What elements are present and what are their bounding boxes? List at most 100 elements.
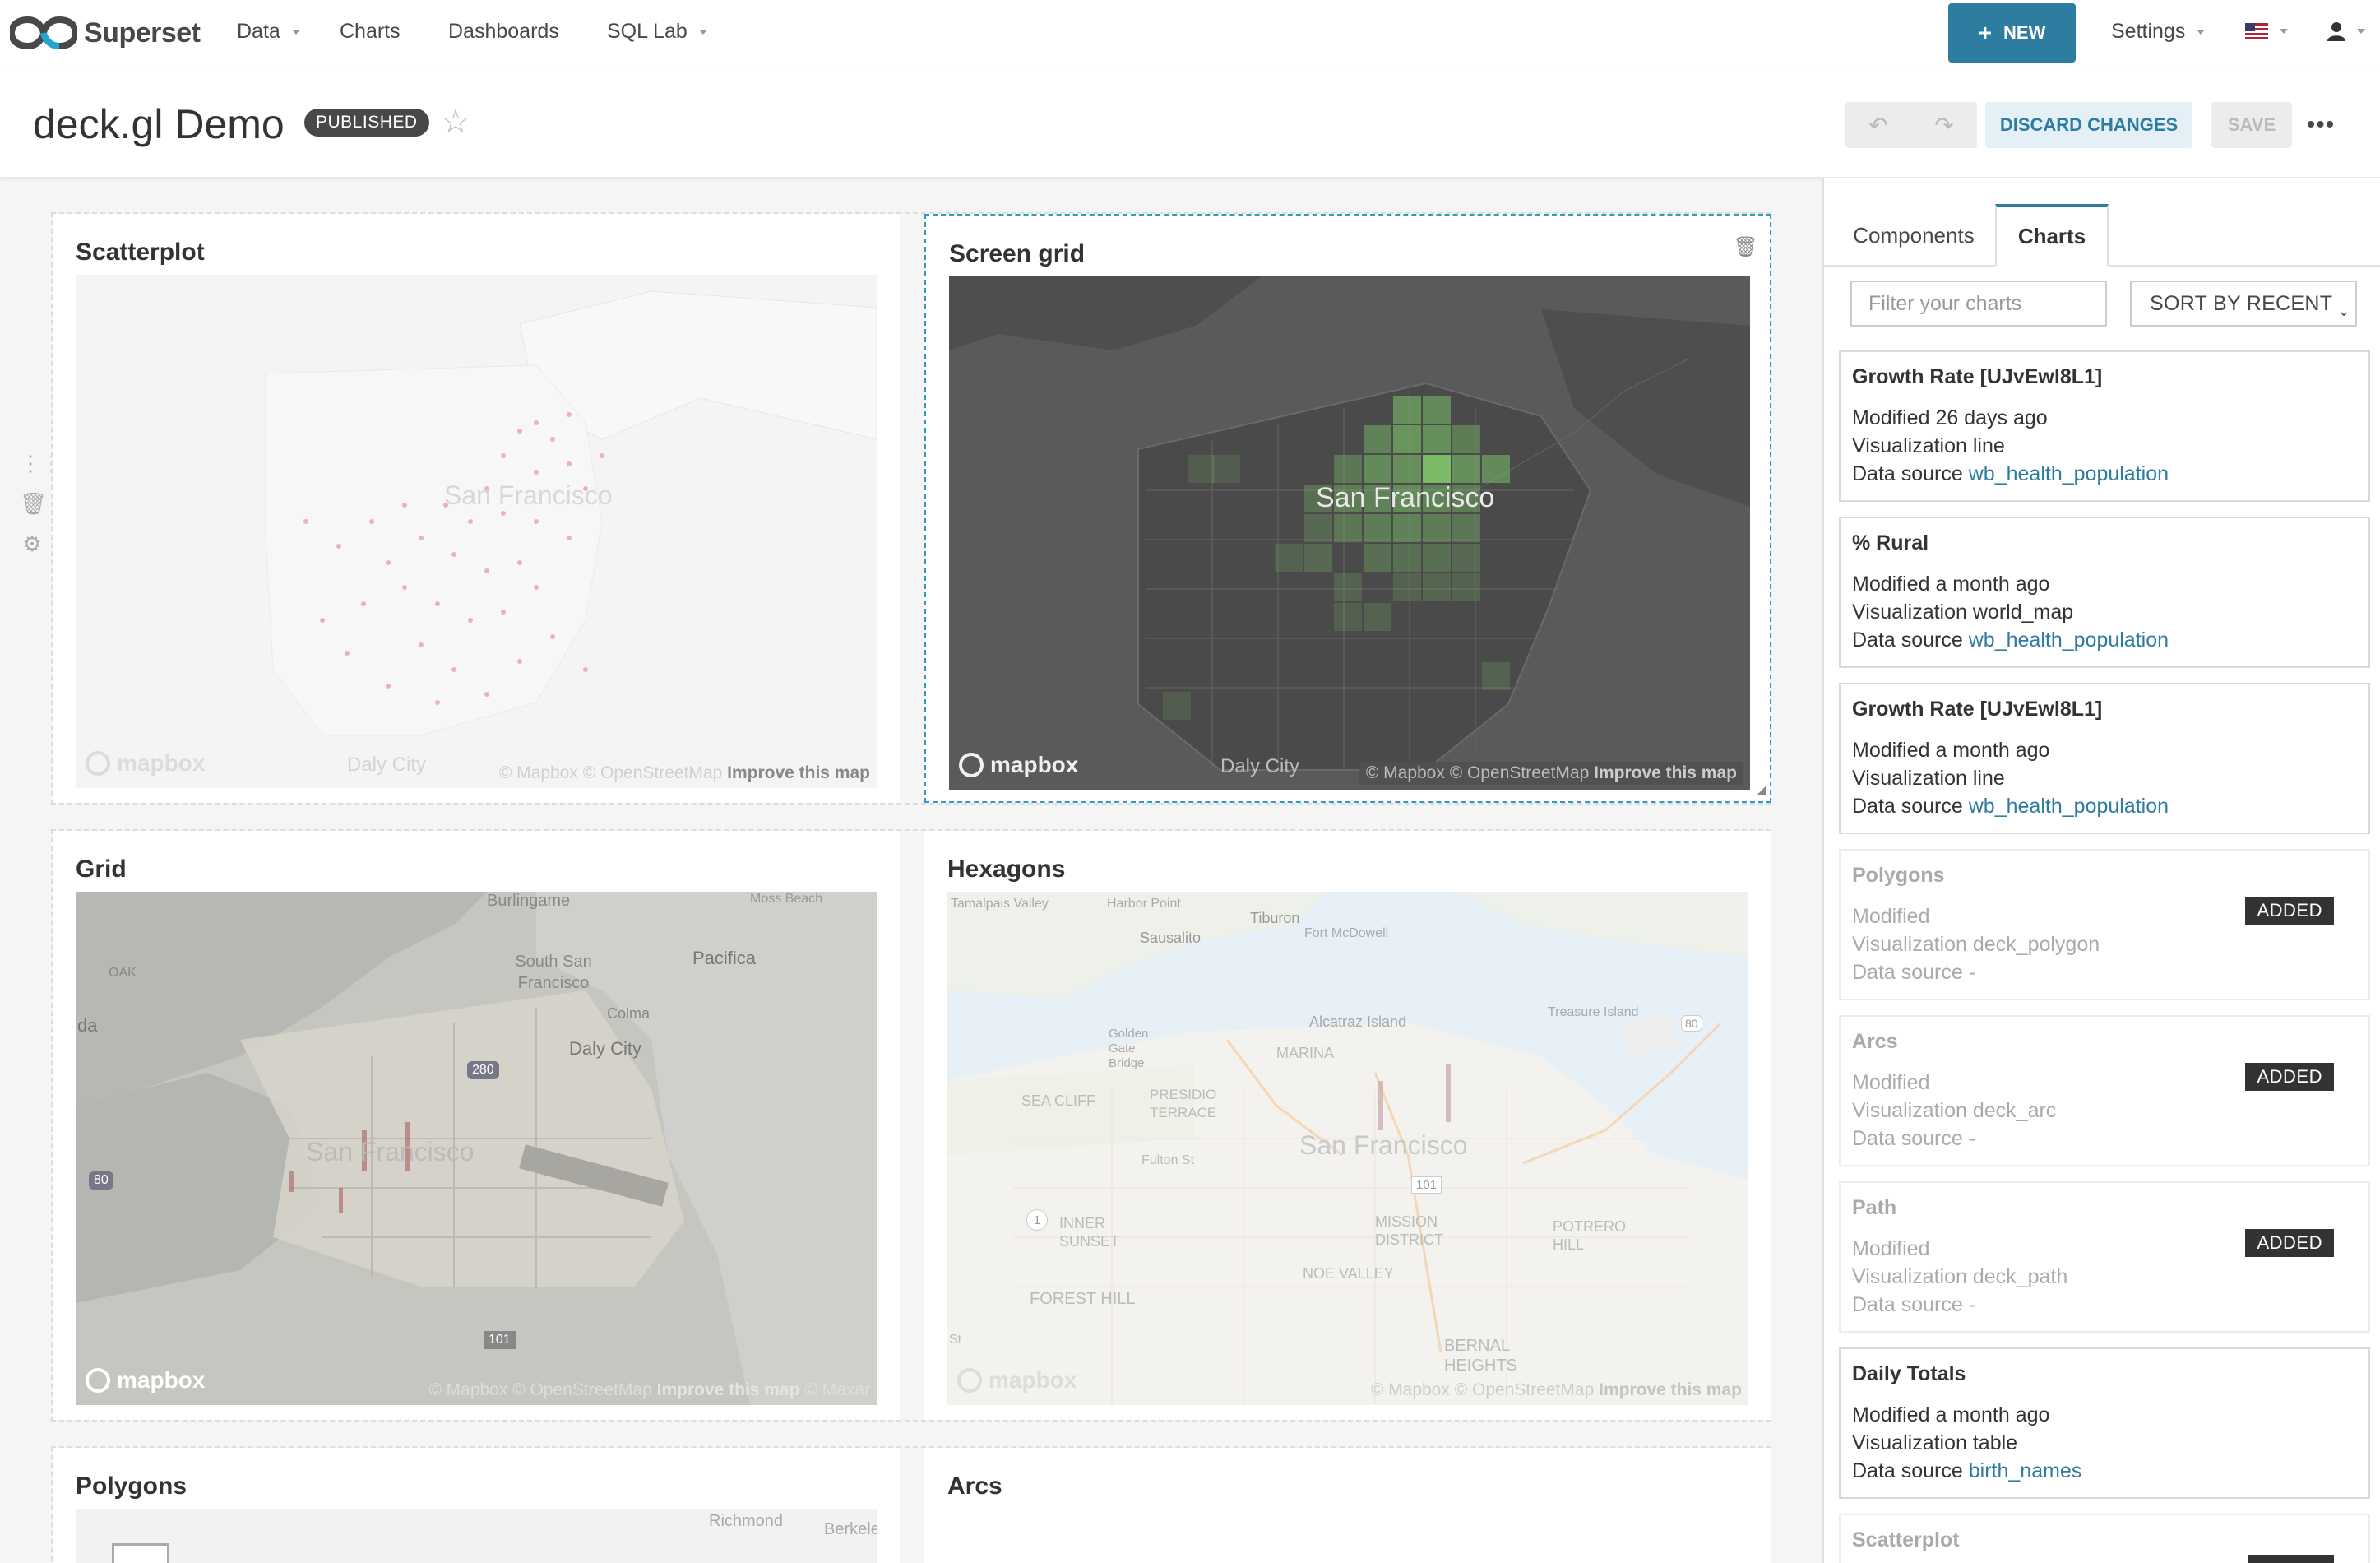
- hexagons-map[interactable]: Tamalpais Valley Harbor Point Tiburon Sa…: [947, 892, 1748, 1405]
- polygons-map[interactable]: Richmond Berkeley: [76, 1509, 877, 1563]
- published-badge[interactable]: PUBLISHED: [304, 109, 429, 137]
- resize-handle-icon[interactable]: ◢: [1757, 782, 1766, 798]
- chart-item-datasource: Data source wb_health_population: [1852, 792, 2357, 820]
- redo-icon[interactable]: ↷: [1911, 102, 1977, 148]
- list-item[interactable]: Path Modified Visualization deck_path Da…: [1839, 1181, 2370, 1333]
- datasource-link[interactable]: wb_health_population: [1969, 795, 2169, 818]
- chart-item-viz: Visualization deck_polygon: [1852, 930, 2357, 958]
- added-badge: [2248, 1555, 2334, 1563]
- mapbox-logo-icon: [86, 1368, 110, 1393]
- mapbox-logo[interactable]: mapbox: [86, 1367, 205, 1394]
- map-label: Fulton St: [1141, 1153, 1195, 1167]
- chart-scatterplot[interactable]: Scatterplot San Francisco Daly City mapb…: [53, 214, 900, 803]
- favorite-star-icon[interactable]: ☆: [441, 105, 470, 138]
- mapbox-logo-text: mapbox: [117, 750, 206, 776]
- mapbox-logo[interactable]: mapbox: [957, 1367, 1077, 1394]
- map-attribution-text[interactable]: © Mapbox © OpenStreetMap: [1366, 763, 1589, 782]
- maxar-attribution[interactable]: © Maxar: [804, 1380, 870, 1399]
- improve-map-link[interactable]: Improve this map: [1599, 1380, 1742, 1399]
- map-label: INNER SUNSET: [1059, 1215, 1120, 1250]
- discard-changes-button[interactable]: DISCARD CHANGES: [1985, 102, 2192, 148]
- gear-icon[interactable]: ⚙: [20, 531, 44, 557]
- sort-select[interactable]: SORT BY RECENT ⌄: [2130, 281, 2357, 327]
- list-item[interactable]: Growth Rate [UJvEwl8L1] Modified a month…: [1839, 683, 2370, 834]
- user-menu[interactable]: [2327, 21, 2365, 41]
- list-item[interactable]: Arcs Modified Visualization deck_arc Dat…: [1839, 1015, 2370, 1166]
- modified-label: Modified: [1852, 739, 1930, 762]
- datasource-link[interactable]: wb_health_population: [1969, 628, 2169, 652]
- viz-label: Visualization: [1852, 601, 1967, 624]
- list-item[interactable]: Growth Rate [UJvEwl8L1] Modified 26 days…: [1839, 350, 2370, 502]
- viz-label: Visualization: [1852, 434, 1967, 457]
- map-label: St: [949, 1333, 962, 1347]
- new-button[interactable]: + NEW: [1948, 3, 2076, 63]
- settings-menu[interactable]: Settings: [2111, 20, 2206, 44]
- datasource-value: -: [1968, 961, 1976, 984]
- map-attribution: © Mapbox © OpenStreetMap Improve this ma…: [1371, 1380, 1742, 1400]
- mapbox-logo[interactable]: mapbox: [959, 752, 1078, 778]
- viz-label: Visualization: [1852, 1431, 1967, 1454]
- nav-data[interactable]: Data: [237, 20, 300, 44]
- list-item[interactable]: % Rural Modified a month ago Visualizati…: [1839, 517, 2370, 668]
- modified-label: Modified: [1852, 905, 1930, 928]
- trash-icon[interactable]: 🗑: [1734, 235, 1758, 259]
- mapbox-logo-icon: [86, 751, 110, 776]
- chart-item-modified: Modified a month ago: [1852, 570, 2357, 598]
- datasource-label: Data source: [1852, 961, 1963, 984]
- viz-label: Visualization: [1852, 1099, 1967, 1122]
- tab-components[interactable]: Components: [1836, 204, 1992, 267]
- map-label: Berkeley: [824, 1520, 877, 1538]
- superset-logo[interactable]: Superset: [10, 15, 201, 51]
- filter-charts-input[interactable]: [1850, 281, 2107, 327]
- chart-grid[interactable]: Grid Burlingame South San Francisco Paci…: [53, 831, 900, 1420]
- tab-charts[interactable]: Charts: [1995, 204, 2109, 267]
- mapbox-logo[interactable]: mapbox: [86, 750, 205, 777]
- language-picker[interactable]: [2245, 23, 2288, 39]
- map-label: OAK: [109, 966, 137, 980]
- viz-value: line: [1972, 767, 2005, 790]
- nav-dashboards[interactable]: Dashboards: [448, 20, 559, 44]
- nav-sql-lab[interactable]: SQL Lab: [607, 20, 707, 44]
- improve-map-link[interactable]: Improve this map: [1594, 763, 1737, 782]
- chart-item-viz: Visualization table: [1852, 1429, 2357, 1457]
- map-attribution: © Mapbox © OpenStreetMap Improve this ma…: [1359, 762, 1743, 785]
- chart-arcs[interactable]: Arcs: [924, 1448, 1771, 1563]
- list-item[interactable]: Polygons Modified Visualization deck_pol…: [1839, 849, 2370, 1000]
- save-button[interactable]: SAVE: [2211, 102, 2292, 148]
- map-attribution: © Mapbox © OpenStreetMap Improve this ma…: [428, 1380, 870, 1400]
- datasource-value: -: [1968, 1293, 1976, 1316]
- list-item[interactable]: Scatterplot: [1839, 1514, 2370, 1563]
- screen-grid-map[interactable]: San Francisco Daly City mapbox © Mapbox …: [949, 276, 1750, 790]
- modified-value: a month ago: [1935, 573, 2050, 596]
- dashboard-title[interactable]: deck.gl Demo: [33, 100, 285, 148]
- highway-shield: 80: [1681, 1015, 1702, 1032]
- nav-charts[interactable]: Charts: [340, 20, 401, 44]
- trash-icon[interactable]: 🗑: [20, 491, 47, 517]
- undo-icon[interactable]: ↶: [1845, 102, 1911, 148]
- list-item[interactable]: Daily Totals Modified a month ago Visual…: [1839, 1347, 2370, 1499]
- chart-hexagons[interactable]: Hexagons Tamalpais Valley Harbor Point T…: [924, 831, 1771, 1420]
- dashboard-header: deck.gl Demo PUBLISHED ☆ ↶ ↷ DISCARD CHA…: [0, 69, 2380, 178]
- nav-charts-label: Charts: [340, 20, 401, 43]
- plus-icon: +: [1978, 20, 1993, 45]
- modified-label: Modified: [1852, 1403, 1930, 1426]
- improve-map-link[interactable]: Improve this map: [727, 763, 870, 782]
- datasource-link[interactable]: wb_health_population: [1969, 462, 2169, 485]
- drag-handle-icon[interactable]: ⋮⋮: [20, 451, 63, 476]
- map-attribution-text[interactable]: © Mapbox © OpenStreetMap: [1371, 1380, 1594, 1399]
- modified-label: Modified: [1852, 406, 1930, 429]
- datasource-link[interactable]: birth_names: [1969, 1459, 2082, 1482]
- map-label: MISSION DISTRICT: [1375, 1213, 1443, 1248]
- chart-item-title: % Rural: [1852, 531, 1929, 554]
- grid-map[interactable]: Burlingame South San Francisco Pacifica …: [76, 892, 877, 1405]
- chart-screen-grid[interactable]: Screen grid 🗑 San Francisco Daly City ma…: [924, 214, 1771, 803]
- more-options-icon[interactable]: •••: [2304, 102, 2337, 148]
- improve-map-link[interactable]: Improve this map: [657, 1380, 800, 1399]
- map-label: Burlingame: [487, 892, 571, 910]
- caret-down-icon: [698, 29, 707, 35]
- chart-polygons[interactable]: Polygons Richmond Berkeley: [53, 1448, 900, 1563]
- scatterplot-map[interactable]: San Francisco Daly City mapbox © Mapbox …: [76, 275, 877, 788]
- map-attribution-text[interactable]: © Mapbox © OpenStreetMap: [499, 763, 722, 782]
- modified-value: 26 days ago: [1935, 406, 2048, 429]
- map-attribution-text[interactable]: © Mapbox © OpenStreetMap: [428, 1380, 651, 1399]
